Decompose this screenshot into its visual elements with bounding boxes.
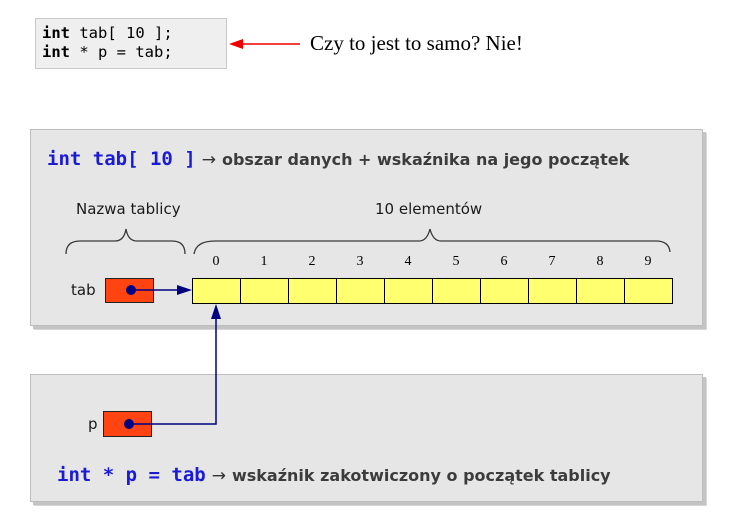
array-cell <box>625 279 672 303</box>
pointer-declaration: int * p = tab <box>57 464 206 486</box>
array-cell <box>529 279 577 303</box>
right-arrow-icon: → <box>211 466 226 486</box>
tab-label: tab <box>71 281 96 299</box>
index-label: 5 <box>452 254 460 269</box>
index-label: 9 <box>644 254 652 269</box>
pointer-description: wskaźnik zakotwiczony o początek tablicy <box>231 466 611 485</box>
code-snippet: int tab[ 10 ]; int * p = tab; <box>35 18 227 69</box>
code-line-2: int * p = tab; <box>42 43 173 61</box>
p-pointer-box <box>103 411 152 437</box>
index-label: 1 <box>260 254 268 269</box>
p-label: p <box>88 415 98 433</box>
index-label: 3 <box>356 254 364 269</box>
array-cell <box>289 279 337 303</box>
code-line-1: int tab[ 10 ]; <box>42 24 173 42</box>
pointer-heading: int * p = tab → wskaźnik zakotwiczony o po… <box>57 464 611 486</box>
right-arrow-icon: → <box>201 150 216 170</box>
array-heading: int tab[ 10 ] → obszar danych + wskaźnika … <box>47 148 629 170</box>
array-cell <box>481 279 529 303</box>
array-cell <box>385 279 433 303</box>
array-cells <box>192 278 673 304</box>
array-declaration: int tab[ 10 ] <box>47 148 196 170</box>
array-cell <box>337 279 385 303</box>
index-label: 7 <box>548 254 556 269</box>
tab-pointer-box <box>105 278 154 303</box>
array-name-label: Nazwa tablicy <box>76 200 181 218</box>
array-cell <box>433 279 481 303</box>
index-label: 0 <box>212 254 220 269</box>
array-cell <box>577 279 625 303</box>
array-cell <box>241 279 289 303</box>
index-label: 2 <box>308 254 316 269</box>
index-label: 8 <box>596 254 604 269</box>
red-arrow-icon <box>229 39 300 49</box>
array-description: obszar danych + wskaźnika na jego począt… <box>221 150 630 169</box>
question-text: Czy to jest to samo? Nie! <box>310 31 523 55</box>
index-label: 4 <box>404 254 412 269</box>
index-label: 6 <box>500 254 508 269</box>
array-cell <box>193 279 241 303</box>
elements-count-label: 10 elementów <box>375 200 483 218</box>
